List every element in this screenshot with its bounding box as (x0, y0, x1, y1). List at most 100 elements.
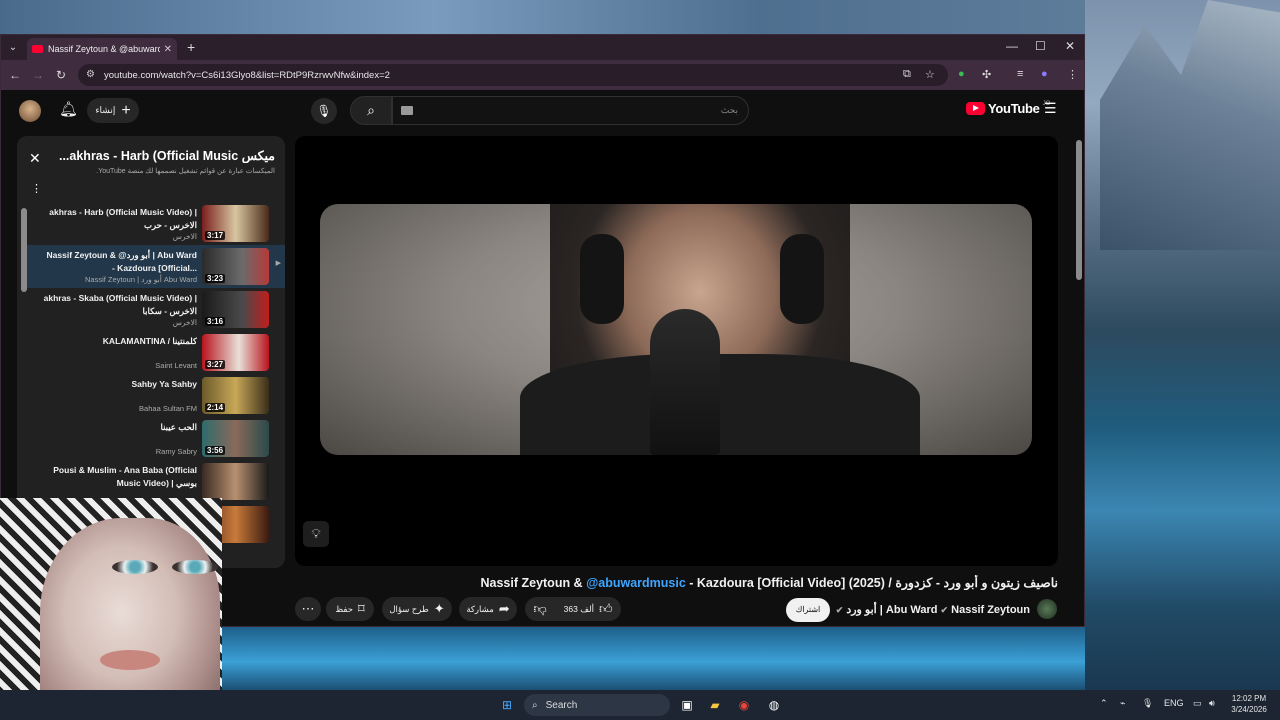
share-icon: ➦ (498, 601, 510, 616)
clock-time: 12:02 PM (1231, 694, 1267, 703)
create-button[interactable]: إنشاء + (87, 98, 139, 123)
volume-icon[interactable]: 🔊︎ (1209, 698, 1215, 709)
search-placeholder: بحث (720, 105, 738, 115)
playlist-item-channel: Ramy Sabry (155, 447, 197, 456)
reload-icon[interactable]: ↻ (56, 68, 66, 82)
language-indicator[interactable]: ENG (1164, 698, 1184, 708)
video-thumbnail[interactable]: 2:14 (202, 377, 269, 414)
video-thumbnail[interactable]: 3:56 (202, 420, 269, 457)
back-icon[interactable]: ← (9, 68, 21, 82)
tab-close-icon[interactable]: ✕ (164, 44, 172, 55)
playlist-item[interactable]: 3:16 akhras - Skaba (Official Music Vide… (27, 288, 285, 331)
notifications-bell-icon[interactable]: 🔔︎ (59, 100, 78, 118)
playlist-item[interactable]: 3:27 KALAMANTINA / كلمنتينا Saint Levant (27, 331, 285, 374)
singer-shirt (520, 354, 920, 455)
video-thumbnail[interactable]: 3:17 (202, 205, 269, 242)
search-icon[interactable]: ⌕ (350, 96, 392, 125)
close-window-icon[interactable]: ✕ (1065, 39, 1075, 53)
youtube-favicon-icon (32, 45, 43, 53)
task-view-icon[interactable]: ▣ (678, 696, 696, 714)
search-input[interactable]: بحث (392, 96, 749, 125)
file-explorer-icon[interactable]: ▰ (706, 696, 724, 714)
minimize-icon[interactable]: — (1006, 39, 1018, 53)
site-info-icon[interactable]: ⚙ (86, 69, 95, 80)
chrome-icon[interactable]: ◉ (735, 696, 753, 714)
desktop-wallpaper-bottom (222, 627, 1085, 690)
clock[interactable]: 12:02 PM 3/24/2026 (1226, 693, 1272, 715)
dislike-icon[interactable]: 👎︎ (533, 601, 546, 617)
youtube-play-icon (966, 102, 985, 115)
video-frame (320, 204, 1032, 455)
webcam-overlay (0, 498, 222, 720)
playlist-item-title: akhras - Harb (Official Music Video) | ا… (49, 207, 197, 230)
video-thumbnail[interactable]: 3:23 (202, 248, 269, 285)
verified-icon: ✔ (835, 605, 844, 615)
forward-icon[interactable]: → (32, 68, 44, 82)
playlist-item-current[interactable]: ▶ 3:23 Nassif Zeytoun & @أبو ورد | Abu W… (27, 245, 285, 288)
address-bar-row: ← → ↻ ⚙ youtube.com/watch?v=Cs6i13Glyo8&… (1, 60, 1084, 90)
display-icon[interactable]: ▭ (1193, 698, 1202, 709)
duration-badge: 3:27 (205, 360, 226, 369)
extensions-puzzle-icon[interactable]: ✣ (982, 68, 991, 81)
playlist-more-icon[interactable]: ⋮ (31, 182, 42, 195)
profile-icon[interactable]: ● (1041, 68, 1048, 80)
new-tab-icon[interactable]: + (187, 39, 195, 55)
url-text: youtube.com/watch?v=Cs6i13Glyo8&list=RDt… (104, 69, 390, 81)
duration-badge: 3:23 (205, 274, 226, 283)
verified-icon: ✔ (940, 605, 949, 615)
playlist-item-title: Nassif Zeytoun & @أبو ورد | Abu Ward - K… (46, 250, 197, 273)
webcam-eye-right (172, 560, 218, 574)
show-hidden-icons-icon[interactable]: ⌃ (1100, 698, 1108, 709)
playlist-item-title: Sahby Ya Sahby (131, 379, 197, 389)
save-label: حفظ (335, 603, 353, 614)
page-scrollbar[interactable] (1076, 140, 1082, 280)
start-windows-icon[interactable]: ⊞ (498, 696, 516, 714)
voice-search-icon[interactable]: 🎙︎ (311, 98, 337, 124)
playlist-item[interactable]: 2:14 Sahby Ya Sahby Bahaa Sultan FM (27, 374, 285, 417)
channel-avatar[interactable] (1037, 599, 1057, 619)
media-controls-icon[interactable]: ≡ (1017, 68, 1023, 80)
more-actions-button[interactable]: ⋯ (295, 597, 321, 621)
youtube-logo[interactable]: YouTube JO (966, 101, 1050, 116)
tab-search-icon[interactable]: ⌄ (5, 40, 21, 56)
maximize-icon[interactable]: ☐ (1035, 39, 1046, 53)
like-icon[interactable]: 👍︎ (599, 601, 613, 617)
microphone-tray-icon[interactable]: 🎙︎ (1142, 698, 1153, 709)
share-button[interactable]: مشاركة ➦ (459, 597, 517, 621)
share-label: مشاركة (466, 603, 494, 614)
network-status-icon[interactable]: ⌁ (1120, 698, 1125, 709)
extension-icon[interactable]: ● (958, 68, 965, 80)
video-thumbnail[interactable]: 3:27 (202, 334, 269, 371)
playlist-item-channel: Bahaa Sultan FM (139, 404, 197, 413)
cast-icon[interactable]: ⧉ (903, 68, 911, 81)
account-avatar[interactable] (19, 100, 41, 122)
youtube-logo-text: YouTube (988, 101, 1040, 116)
bookmark-star-icon[interactable]: ☆ (925, 68, 935, 81)
youtube-header: 🔔︎ إنشاء + 🎙︎ ⌕ بحث YouTube JO ☰ (1, 90, 1084, 130)
lightbulb-icon[interactable]: 💡︎ (303, 521, 329, 547)
playlist-item[interactable]: 3:56 الحب عيبنا Ramy Sabry (27, 417, 285, 460)
browser-menu-icon[interactable]: ⋮ (1067, 68, 1078, 81)
playlist-item[interactable]: Pousi & Muslim - Ana Baba (Official Musi… (27, 460, 285, 503)
address-field[interactable]: ⚙ youtube.com/watch?v=Cs6i13Glyo8&list=R… (78, 64, 948, 86)
playlist-item[interactable]: 3:17 akhras - Harb (Official Music Video… (27, 202, 285, 245)
video-thumbnail[interactable] (202, 463, 269, 500)
recording-app-icon[interactable]: ◍ (765, 696, 783, 714)
video-thumbnail[interactable]: 3:16 (202, 291, 269, 328)
plus-icon: + (121, 101, 131, 119)
playlist-close-icon[interactable]: ✕ (29, 150, 41, 167)
save-button[interactable]: حفظ ⌑ (326, 597, 374, 621)
channel-name[interactable]: ✔ أبو ورد | Abu Ward ✔ Nassif Zeytoun (836, 603, 1030, 616)
active-tab[interactable]: Nassif Zeytoun & @abuwardmusic ✕ (27, 38, 177, 60)
duration-badge: 2:14 (205, 403, 226, 412)
guide-menu-icon[interactable]: ☰ (1044, 100, 1057, 117)
subscribe-button[interactable]: اشتراك (786, 598, 830, 622)
playlist-item-title: Pousi & Muslim - Ana Baba (Official Musi… (53, 465, 197, 488)
taskbar-search[interactable]: ⌕ Search (524, 694, 670, 716)
keyboard-icon[interactable] (401, 106, 413, 115)
channel-mention-link[interactable]: @abuwardmusic (586, 576, 686, 590)
video-player[interactable]: 💡︎ (295, 136, 1058, 566)
ask-button[interactable]: طرح سؤال ✦ (382, 597, 452, 621)
playlist-subtitle: الميكسات عبارة عن قوائم تشغيل نصممها لك … (96, 168, 275, 175)
playlist-items: 3:17 akhras - Harb (Official Music Video… (27, 202, 285, 546)
